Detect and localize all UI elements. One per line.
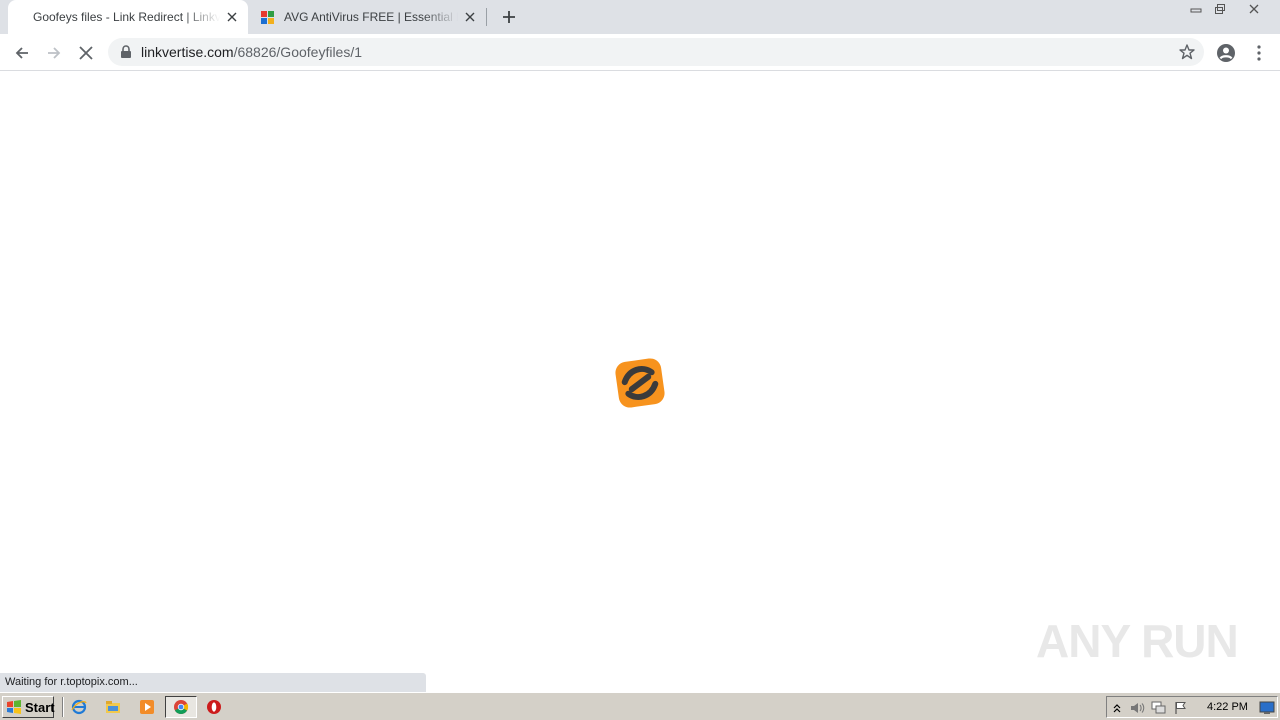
- new-tab-button[interactable]: [498, 6, 520, 28]
- forward-button[interactable]: [40, 39, 68, 67]
- linkvertise-logo-icon: [615, 358, 665, 408]
- avg-favicon-icon: [260, 9, 276, 25]
- arrow-up-icon[interactable]: [1109, 700, 1125, 716]
- tab-linkvertise[interactable]: Goofeys files - Link Redirect | Linkvert…: [8, 0, 248, 34]
- tab-close-icon[interactable]: [224, 9, 240, 25]
- back-button[interactable]: [8, 39, 36, 67]
- taskbar-separator: [62, 697, 64, 717]
- profile-button[interactable]: [1212, 39, 1240, 67]
- star-icon[interactable]: [1178, 43, 1196, 61]
- windows-taskbar: Start 4:22 PM: [0, 692, 1280, 720]
- chrome-icon: [174, 700, 189, 715]
- watermark-text: ANY RUN: [1036, 615, 1239, 667]
- tab-separator: [486, 8, 487, 26]
- tab-avg[interactable]: AVG AntiVirus FREE | Essential basic pro…: [250, 0, 486, 34]
- profile-icon: [1217, 44, 1235, 62]
- menu-icon: [1257, 45, 1261, 61]
- explorer-icon[interactable]: [104, 698, 122, 716]
- url-text[interactable]: linkvertise.com/68826/Goofeyfiles/1: [141, 44, 362, 60]
- status-text: Waiting for r.toptopix.com...: [5, 676, 138, 688]
- status-bubble: Waiting for r.toptopix.com...: [0, 673, 426, 692]
- tab-title: AVG AntiVirus FREE | Essential basic pro…: [284, 10, 458, 24]
- restore-button[interactable]: [1208, 0, 1232, 18]
- windows-logo-icon: [6, 700, 22, 714]
- anyrun-watermark: ANY RUN: [1036, 609, 1239, 673]
- tab-strip: Goofeys files - Link Redirect | Linkvert…: [0, 0, 1280, 34]
- menu-button[interactable]: [1245, 39, 1273, 67]
- close-window-button[interactable]: [1242, 0, 1266, 18]
- address-bar[interactable]: linkvertise.com/68826/Goofeyfiles/1: [108, 38, 1204, 66]
- url-path: /68826/Goofeyfiles/1: [233, 44, 363, 60]
- start-button[interactable]: Start: [2, 696, 55, 718]
- stop-button[interactable]: [72, 39, 100, 67]
- opera-icon[interactable]: [205, 698, 223, 716]
- forward-arrow-icon: [48, 47, 61, 59]
- network-icon[interactable]: [1151, 700, 1167, 716]
- start-label: Start: [25, 699, 55, 715]
- url-host: linkvertise.com: [141, 44, 234, 60]
- flag-icon[interactable]: [1173, 700, 1189, 716]
- back-arrow-icon: [15, 47, 28, 59]
- system-tray: 4:22 PM: [1106, 696, 1278, 718]
- clock[interactable]: 4:22 PM: [1207, 701, 1248, 713]
- page-content: ANY RUN Waiting for r.toptopix.com...: [0, 72, 1280, 692]
- lock-icon[interactable]: [120, 45, 132, 59]
- minimize-button[interactable]: [1184, 0, 1208, 18]
- stop-icon: [79, 46, 93, 60]
- desktop-icon[interactable]: [1259, 700, 1275, 716]
- volume-icon[interactable]: [1129, 700, 1145, 716]
- ie-icon[interactable]: [70, 698, 88, 716]
- tab-title: Goofeys files - Link Redirect | Linkvert…: [33, 10, 220, 24]
- media-player-icon[interactable]: [138, 698, 156, 716]
- chrome-taskbar-button[interactable]: [165, 696, 197, 718]
- tab-close-icon[interactable]: [462, 9, 478, 25]
